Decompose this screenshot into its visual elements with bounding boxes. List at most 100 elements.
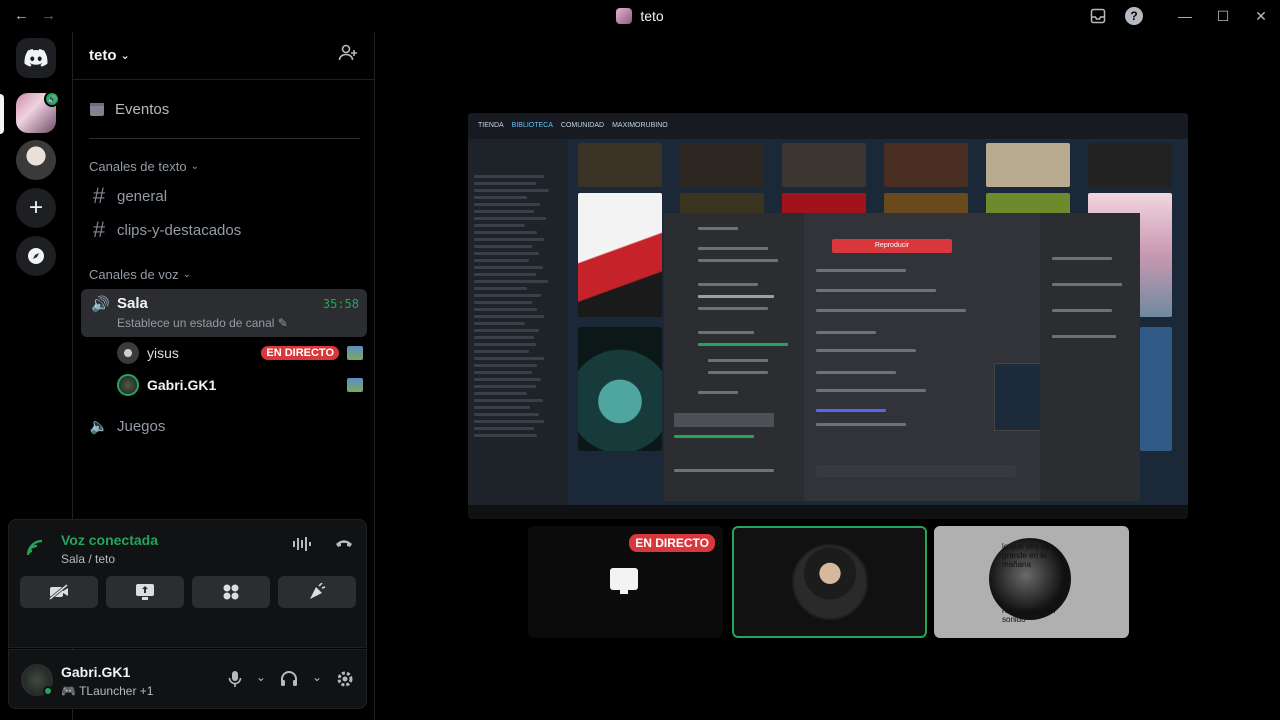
game-tile bbox=[782, 143, 866, 187]
camera-off-icon bbox=[49, 584, 68, 600]
compass-icon bbox=[28, 248, 44, 264]
home-button[interactable] bbox=[16, 38, 56, 78]
shared-nav-item: TIENDA bbox=[478, 122, 504, 129]
invite-people-icon[interactable] bbox=[338, 44, 358, 67]
user-panel: Gabri.GK1 🎮 TLauncher +1 ⌄ ⌄ bbox=[8, 649, 367, 709]
events-label: Eventos bbox=[115, 100, 170, 118]
divider bbox=[89, 138, 360, 139]
category-voice-channels[interactable]: Canales de voz ⌄ bbox=[89, 267, 191, 282]
add-server-button[interactable]: + bbox=[16, 188, 56, 228]
channel-name: clips-y-destacados bbox=[117, 221, 242, 239]
voice-location[interactable]: Sala / teto bbox=[61, 552, 115, 566]
game-tile bbox=[1088, 143, 1172, 187]
pencil-icon: ✎ bbox=[277, 316, 288, 330]
screen-share-button[interactable] bbox=[106, 576, 184, 608]
server-name-text: teto bbox=[89, 47, 117, 64]
help-icon[interactable]: ? bbox=[1116, 0, 1152, 32]
game-tile bbox=[884, 143, 968, 187]
voice-channel-juegos[interactable]: 🔈 Juegos bbox=[81, 410, 368, 442]
chevron-down-icon: ⌄ bbox=[182, 269, 192, 280]
help-glyph: ? bbox=[1125, 7, 1143, 25]
server-teto[interactable]: 🔊 bbox=[16, 91, 60, 133]
game-tile bbox=[986, 143, 1070, 187]
server-2[interactable] bbox=[16, 140, 56, 180]
maximize-button[interactable]: ☐ bbox=[1204, 0, 1242, 32]
screen-share-view[interactable]: TIENDA BIBLIOTECA COMUNIDAD MAXIMORUBINO bbox=[468, 113, 1188, 519]
channel-status-text: Establece un estado de canal bbox=[117, 316, 275, 330]
user-controls: ⌄ ⌄ bbox=[228, 670, 354, 692]
window-title-text: teto bbox=[640, 8, 664, 24]
microphone-icon[interactable] bbox=[228, 670, 242, 692]
soundboard-icon bbox=[310, 583, 326, 599]
game-controller-icon: 🎮 bbox=[61, 684, 76, 698]
server-header[interactable]: teto ⌄ bbox=[73, 32, 374, 80]
chevron-down-icon[interactable]: ⌄ bbox=[256, 670, 266, 692]
voice-timer: 35:58 bbox=[322, 297, 359, 311]
avatar bbox=[792, 544, 868, 620]
noise-suppression-icon[interactable] bbox=[292, 536, 312, 556]
stream-preview-icon bbox=[347, 346, 363, 360]
avatar-caption-bottom: reportence con sonido bbox=[1002, 606, 1056, 624]
voice-buttons bbox=[20, 576, 356, 608]
avatar bbox=[117, 374, 139, 396]
shared-nav-item: BIBLIOTECA bbox=[511, 122, 553, 129]
channel-status[interactable]: Establece un estado de canal ✎ bbox=[117, 316, 288, 330]
voice-connection-panel: Voz conectada Sala / teto bbox=[8, 519, 367, 648]
channel-name: general bbox=[117, 187, 168, 205]
headphones-icon[interactable] bbox=[280, 670, 298, 692]
disconnect-icon[interactable] bbox=[334, 536, 354, 556]
category-label: Canales de voz bbox=[89, 267, 179, 282]
game-poster bbox=[1140, 327, 1172, 451]
nested-sidebar bbox=[664, 213, 804, 501]
discord-logo-icon bbox=[24, 49, 48, 67]
nested-discord-window: Reproducir bbox=[664, 213, 1140, 501]
shared-taskbar bbox=[468, 505, 1188, 519]
voice-connected-label[interactable]: Voz conectada bbox=[61, 532, 158, 548]
title-bar-actions: ? — ☐ ✕ bbox=[1080, 0, 1280, 32]
game-poster bbox=[578, 327, 662, 451]
game-tile bbox=[578, 143, 662, 187]
camera-off-button[interactable] bbox=[20, 576, 98, 608]
participant-tile-speaking[interactable] bbox=[732, 526, 927, 638]
voice-user-gabri[interactable]: Gabri.GK1 bbox=[117, 371, 363, 399]
participant-tile-stream[interactable]: EN DIRECTO bbox=[528, 526, 723, 638]
speaker-icon: 🔈 bbox=[89, 418, 109, 435]
channel-general[interactable]: # general bbox=[81, 180, 368, 212]
user-activity: 🎮 TLauncher +1 bbox=[61, 684, 153, 698]
activity-icon bbox=[347, 378, 363, 392]
nested-play-button: Reproducir bbox=[832, 239, 952, 253]
voice-user-name: yisus bbox=[147, 345, 179, 361]
gear-icon[interactable] bbox=[336, 670, 354, 692]
soundboard-button[interactable] bbox=[278, 576, 356, 608]
explore-servers-button[interactable] bbox=[16, 236, 56, 276]
live-badge: EN DIRECTO bbox=[261, 346, 339, 360]
activities-icon bbox=[223, 584, 239, 600]
voice-channel-sala[interactable]: 🔊 Sala 35:58 Establece un estado de cana… bbox=[81, 289, 367, 337]
signal-icon[interactable] bbox=[21, 534, 49, 562]
chevron-down-icon: ⌄ bbox=[190, 161, 199, 172]
user-name[interactable]: Gabri.GK1 bbox=[61, 664, 130, 680]
voice-user-yisus[interactable]: yisus EN DIRECTO bbox=[117, 339, 363, 367]
hash-icon: # bbox=[92, 217, 106, 242]
minimize-button[interactable]: — bbox=[1166, 0, 1204, 32]
inbox-icon[interactable] bbox=[1080, 0, 1116, 32]
library-entries bbox=[474, 171, 562, 441]
activities-button[interactable] bbox=[192, 576, 270, 608]
shared-window-topbar: TIENDA BIBLIOTECA COMUNIDAD MAXIMORUBINO bbox=[468, 113, 1188, 139]
close-button[interactable]: ✕ bbox=[1242, 0, 1280, 32]
speaker-icon: 🔊 bbox=[91, 296, 110, 313]
nested-member-list bbox=[1040, 213, 1140, 501]
voice-channel-name: Sala bbox=[117, 295, 148, 312]
shared-nav-item: MAXIMORUBINO bbox=[612, 122, 668, 129]
chevron-down-icon[interactable]: ⌄ bbox=[312, 670, 322, 692]
voice-stage: TIENDA BIBLIOTECA COMUNIDAD MAXIMORUBINO bbox=[376, 32, 1280, 720]
server-name[interactable]: teto ⌄ bbox=[89, 47, 130, 64]
events-item[interactable]: Eventos bbox=[81, 92, 368, 126]
shared-nav: TIENDA BIBLIOTECA COMUNIDAD MAXIMORUBINO bbox=[478, 122, 668, 129]
nested-play-label: Reproducir bbox=[874, 242, 910, 249]
hash-icon: # bbox=[92, 183, 106, 208]
category-text-channels[interactable]: Canales de texto ⌄ bbox=[89, 159, 199, 174]
channel-clips-y-destacados[interactable]: # clips-y-destacados bbox=[81, 214, 368, 246]
participant-tile[interactable]: lo que ves es grande en la mañana report… bbox=[934, 526, 1129, 638]
calendar-icon bbox=[90, 103, 104, 116]
